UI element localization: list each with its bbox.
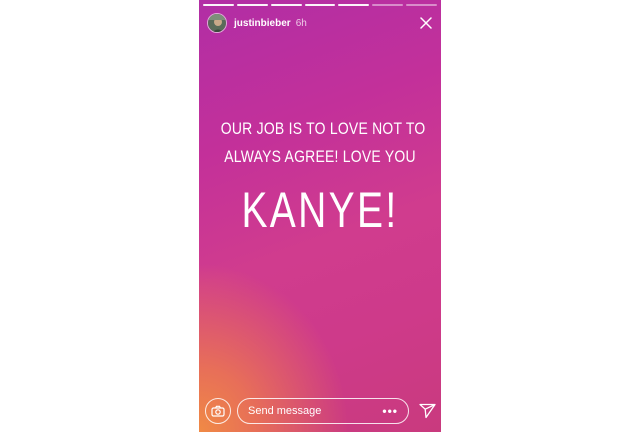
avatar[interactable]	[207, 13, 227, 33]
close-icon[interactable]	[419, 16, 433, 30]
camera-button[interactable]	[205, 398, 231, 424]
story-headline: KANYE!	[241, 182, 399, 238]
send-message-input[interactable]: Send message •••	[237, 398, 409, 424]
story-viewer[interactable]: justinbieber 6h OUR JOB IS TO LOVE NOT T…	[199, 0, 441, 432]
more-options-button[interactable]: •••	[382, 404, 398, 418]
send-message-placeholder: Send message	[248, 405, 322, 417]
story-text: OUR JOB IS TO LOVE NOT TO ALWAYS AGREE! …	[220, 115, 426, 171]
camera-icon	[211, 405, 225, 417]
story-username[interactable]: justinbieber	[234, 18, 291, 29]
story-text-line: OUR JOB IS TO LOVE NOT TO	[220, 119, 426, 138]
story-text-line: ALWAYS AGREE! LOVE YOU	[224, 147, 416, 166]
progress-segment	[236, 4, 268, 6]
progress-segment	[304, 4, 336, 6]
send-icon[interactable]	[418, 402, 436, 420]
story-header: justinbieber 6h	[207, 12, 433, 34]
progress-segment	[270, 4, 302, 6]
progress-segment	[406, 4, 438, 6]
progress-segment	[338, 4, 370, 6]
story-progress-bar	[203, 4, 438, 6]
story-reply-bar: Send message •••	[199, 396, 441, 426]
progress-segment	[203, 4, 234, 6]
progress-segment	[372, 4, 404, 6]
story-time-ago: 6h	[295, 17, 307, 29]
